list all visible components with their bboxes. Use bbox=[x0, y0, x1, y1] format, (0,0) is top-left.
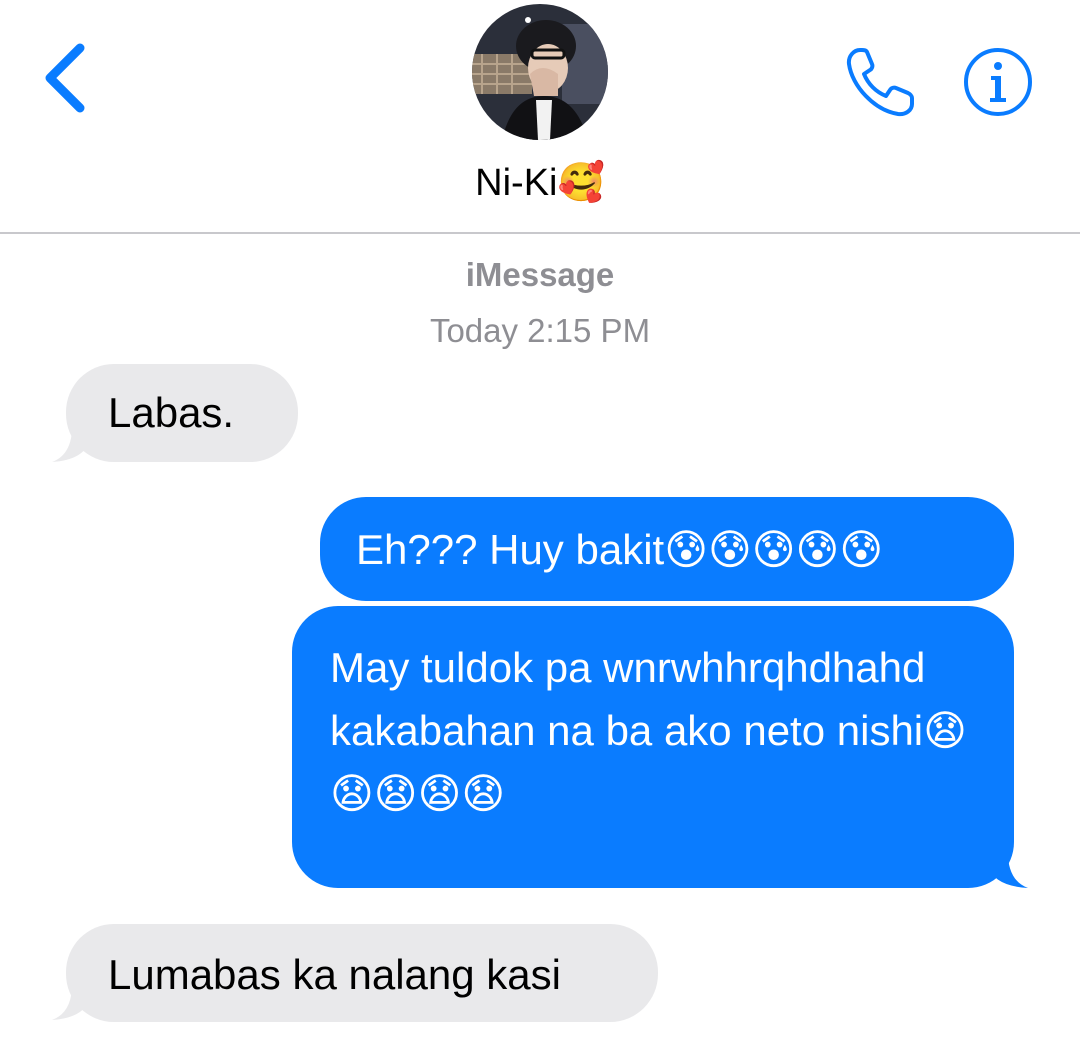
chevron-left-icon bbox=[45, 43, 85, 113]
service-label: iMessage bbox=[465, 256, 615, 293]
info-button[interactable] bbox=[962, 46, 1034, 118]
message-text: Eh??? Huy bakit😰😰😰😰😰 bbox=[356, 526, 884, 573]
message-text: May tuldok pa wnrwhhrqhdhahd kakabahan n… bbox=[330, 644, 967, 817]
thread-timestamp: Today 2:15 PM bbox=[429, 312, 651, 349]
avatar-photo bbox=[472, 4, 608, 140]
conversation-header: Ni-Ki🥰 bbox=[0, 0, 1080, 234]
phone-icon bbox=[846, 48, 914, 117]
message-bubble-incoming[interactable]: Lumabas ka nalang kasi bbox=[66, 924, 658, 1022]
contact-avatar[interactable] bbox=[472, 4, 608, 140]
message-bubble-outgoing[interactable]: Eh??? Huy bakit😰😰😰😰😰 bbox=[320, 497, 1014, 601]
message-bubble-outgoing[interactable]: May tuldok pa wnrwhhrqhdhahd kakabahan n… bbox=[292, 606, 1014, 888]
info-icon bbox=[964, 48, 1032, 116]
back-button[interactable] bbox=[36, 40, 96, 116]
call-button[interactable] bbox=[840, 42, 920, 122]
message-bubble-incoming[interactable]: Labas. bbox=[66, 364, 298, 462]
message-text: Lumabas ka nalang kasi bbox=[108, 951, 561, 998]
contact-name[interactable]: Ni-Ki🥰 bbox=[0, 160, 1080, 206]
message-text: Labas. bbox=[108, 389, 235, 436]
